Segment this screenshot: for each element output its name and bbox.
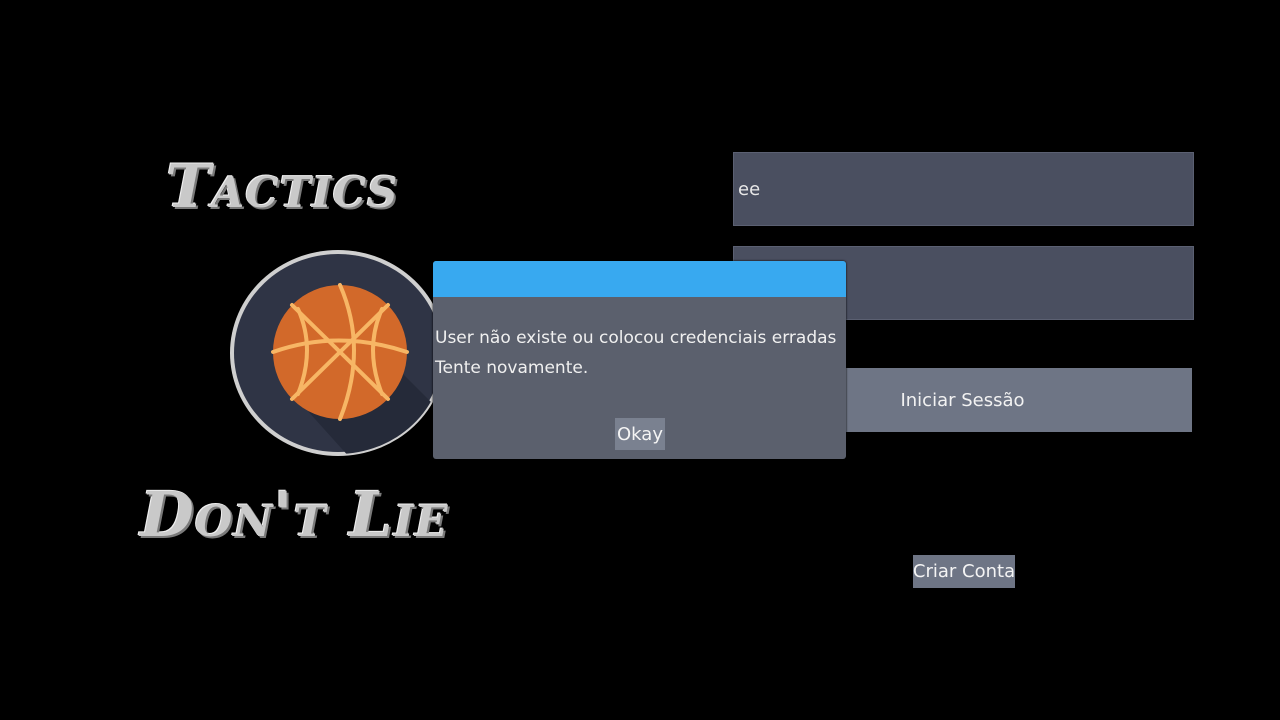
dialog-message-line2: Tente novamente. <box>435 358 589 378</box>
create-account-button[interactable]: Criar Conta <box>913 555 1015 588</box>
error-dialog: User não existe ou colocou credenciais e… <box>433 261 846 459</box>
okay-button[interactable]: Okay <box>615 418 665 450</box>
login-screen: Tactics Don't Lie ee Iniciar Sessão Cria… <box>0 0 1280 720</box>
dialog-message-line1: User não existe ou colocou credenciais e… <box>435 328 837 348</box>
dialog-message: User não existe ou colocou credenciais e… <box>435 323 836 383</box>
logo-title-top: Tactics <box>166 152 399 222</box>
username-input[interactable]: ee <box>733 152 1194 226</box>
dialog-title-bar <box>433 261 846 297</box>
basketball-icon <box>230 250 446 456</box>
logo-title-bottom: Don't Lie <box>140 478 449 551</box>
